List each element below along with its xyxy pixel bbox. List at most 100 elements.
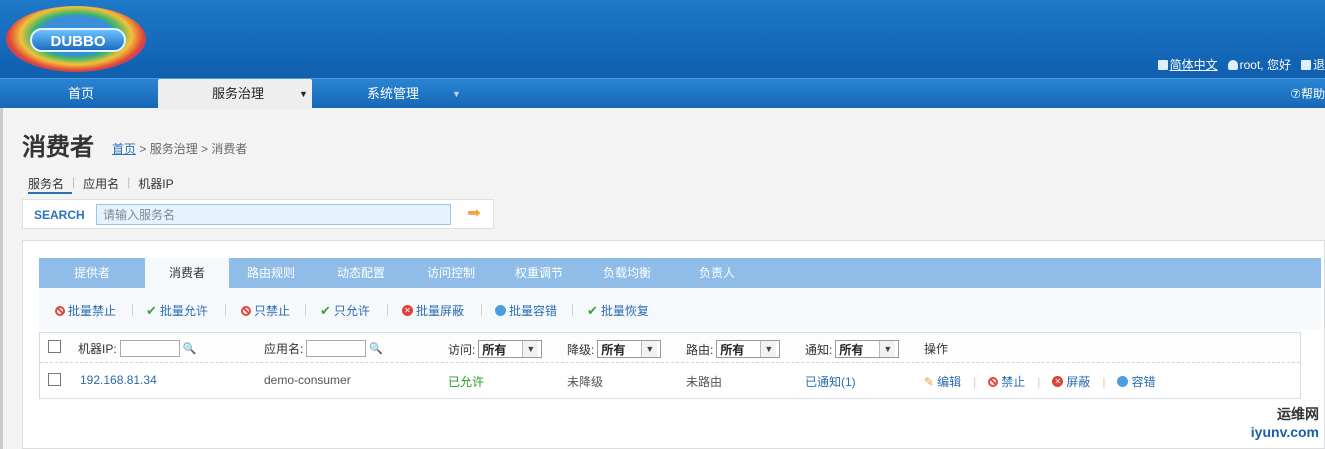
- chevron-down-icon[interactable]: ▼: [452, 79, 461, 109]
- tab-providers[interactable]: 提供者: [39, 258, 145, 288]
- exit-link[interactable]: 退: [1300, 56, 1325, 73]
- checkbox[interactable]: [48, 373, 61, 386]
- access-select[interactable]: 所有 ▼: [478, 340, 543, 358]
- search-icon[interactable]: 🔍: [183, 342, 197, 355]
- nav-home[interactable]: 首页: [68, 79, 94, 109]
- tolerate-icon: [495, 305, 506, 316]
- route-select[interactable]: 所有 ▼: [716, 340, 781, 358]
- divider: |: [127, 175, 131, 189]
- divider: |: [571, 302, 575, 316]
- batch-toolbar: 批量禁止 | ✔ 批量允许 | 只禁止 | ✔ 只允许 | ✕ 批量屏蔽 | 批量容错…: [39, 288, 1321, 330]
- filter-tab-ip[interactable]: 机器IP: [138, 175, 181, 194]
- row-app: demo-consumer: [264, 373, 351, 387]
- search-icon[interactable]: 🔍: [369, 342, 383, 355]
- app-filter-input[interactable]: [306, 340, 367, 357]
- chevron-down-icon: ▼: [522, 341, 539, 357]
- consumer-table: 机器IP: 🔍 应用名: 🔍 访问: 所有 ▼ 降级: 所有 ▼ 路由: 所有 ▼: [39, 332, 1301, 399]
- nav-system-admin[interactable]: 系统管理: [367, 79, 419, 109]
- tab-load-balance[interactable]: 负载均衡: [585, 258, 669, 288]
- check-icon: ✔: [587, 302, 598, 318]
- arrow-right-icon[interactable]: ➡: [463, 205, 485, 223]
- batch-forbid-label: 批量禁止: [68, 304, 117, 318]
- tab-routes[interactable]: 路由规则: [229, 258, 313, 288]
- degrade-select-value: 所有: [601, 342, 626, 357]
- help-link[interactable]: ⑦帮助: [1290, 79, 1325, 109]
- checkbox[interactable]: [48, 340, 61, 353]
- table-row: 192.168.81.34 demo-consumer 已允许 未降级 未路由 …: [40, 363, 1300, 398]
- divider: |: [224, 302, 228, 316]
- watermark-line2: iyunv.com: [1250, 424, 1319, 440]
- logo-text: DUBBO: [30, 28, 126, 52]
- mask-label: 屏蔽: [1066, 375, 1091, 389]
- forbid-button[interactable]: 禁止: [988, 373, 1025, 390]
- edit-button[interactable]: ✎ 编辑: [924, 373, 961, 390]
- table-header: 机器IP: 🔍 应用名: 🔍 访问: 所有 ▼ 降级: 所有 ▼ 路由: 所有 ▼: [40, 333, 1300, 363]
- only-forbid-label: 只禁止: [254, 304, 291, 318]
- batch-allow-label: 批量允许: [159, 304, 208, 318]
- divider: |: [1102, 374, 1106, 389]
- user-icon: [1227, 59, 1238, 70]
- notify-select[interactable]: 所有 ▼: [835, 340, 900, 358]
- search-box: SEARCH ➡: [22, 199, 494, 229]
- forbid-label: 禁止: [1001, 375, 1026, 389]
- check-icon: ✔: [146, 302, 157, 318]
- batch-allow-button[interactable]: ✔ 批量允许: [146, 302, 208, 319]
- degrade-select[interactable]: 所有 ▼: [597, 340, 662, 358]
- breadcrumb-home-link[interactable]: 首页: [112, 142, 136, 156]
- divider: |: [131, 302, 135, 316]
- divider: |: [386, 302, 390, 316]
- access-filter-label: 访问:: [448, 342, 476, 357]
- header-links: 简体中文 root, 您好 退: [1157, 56, 1325, 73]
- chevron-down-icon[interactable]: ▼: [299, 79, 308, 109]
- forbid-icon: [55, 305, 65, 316]
- help-label: 帮助: [1300, 87, 1325, 101]
- row-route-status: 未路由: [686, 375, 723, 389]
- degrade-filter: 降级: 所有 ▼: [567, 340, 662, 358]
- nav-service-governance[interactable]: 服务治理: [158, 79, 312, 109]
- dubbo-logo[interactable]: DUBBO: [6, 6, 146, 72]
- tab-owners[interactable]: 负责人: [675, 258, 759, 288]
- tab-consumers[interactable]: 消费者: [145, 258, 229, 288]
- only-allow-label: 只允许: [333, 304, 370, 318]
- batch-forbid-button[interactable]: 批量禁止: [55, 302, 116, 319]
- tab-access-control[interactable]: 访问控制: [409, 258, 493, 288]
- batch-mask-button[interactable]: ✕ 批量屏蔽: [402, 302, 464, 319]
- app-filter-label: 应用名:: [264, 342, 304, 356]
- search-label: SEARCH: [34, 208, 85, 222]
- only-forbid-button[interactable]: 只禁止: [241, 302, 290, 319]
- tolerate-label: 容错: [1131, 375, 1156, 389]
- select-all-checkbox[interactable]: [48, 340, 61, 353]
- tab-weights[interactable]: 权重调节: [497, 258, 581, 288]
- language-link[interactable]: 简体中文: [1157, 56, 1218, 73]
- route-filter-label: 路由:: [686, 342, 714, 357]
- check-icon: ✔: [320, 302, 331, 318]
- search-input[interactable]: [96, 204, 451, 225]
- left-border: [0, 108, 3, 449]
- language-icon: [1157, 59, 1168, 70]
- row-notify-link[interactable]: 已通知(1): [805, 373, 856, 390]
- help-icon: ⑦: [1290, 87, 1301, 101]
- mask-button[interactable]: ✕ 屏蔽: [1052, 373, 1090, 390]
- tab-overrides[interactable]: 动态配置: [319, 258, 403, 288]
- tolerate-button[interactable]: 容错: [1117, 373, 1156, 390]
- ip-filter-label: 机器IP:: [78, 342, 117, 356]
- only-allow-button[interactable]: ✔ 只允许: [320, 302, 370, 319]
- search-type-tabs: 服务名 | 应用名 | 机器IP: [28, 175, 182, 194]
- row-checkbox[interactable]: [48, 373, 61, 386]
- exit-label: 退: [1312, 58, 1325, 72]
- main-nav: 首页 服务治理 ▼ 系统管理 ▼ ⑦帮助: [0, 78, 1325, 109]
- breadcrumb-path: > 服务治理 > 消费者: [136, 142, 248, 156]
- batch-tolerate-button[interactable]: 批量容错: [495, 302, 557, 319]
- filter-tab-service[interactable]: 服务名: [28, 175, 73, 194]
- row-actions: ✎ 编辑 | 禁止 | ✕ 屏蔽 | 容错: [924, 373, 1156, 390]
- nav-service-governance-label: 服务治理: [212, 86, 265, 101]
- content-panel: 提供者 消费者 路由规则 动态配置 访问控制 权重调节 负载均衡 负责人 批量禁…: [22, 240, 1325, 449]
- filter-tab-app[interactable]: 应用名: [83, 175, 127, 194]
- row-ip-link[interactable]: 192.168.81.34: [80, 373, 157, 387]
- divider: |: [72, 175, 76, 189]
- exit-icon: [1300, 59, 1311, 70]
- row-degrade-status: 未降级: [567, 375, 604, 389]
- batch-recover-button[interactable]: ✔ 批量恢复: [587, 302, 649, 319]
- ip-filter-input[interactable]: [119, 340, 180, 357]
- degrade-filter-label: 降级:: [567, 342, 595, 357]
